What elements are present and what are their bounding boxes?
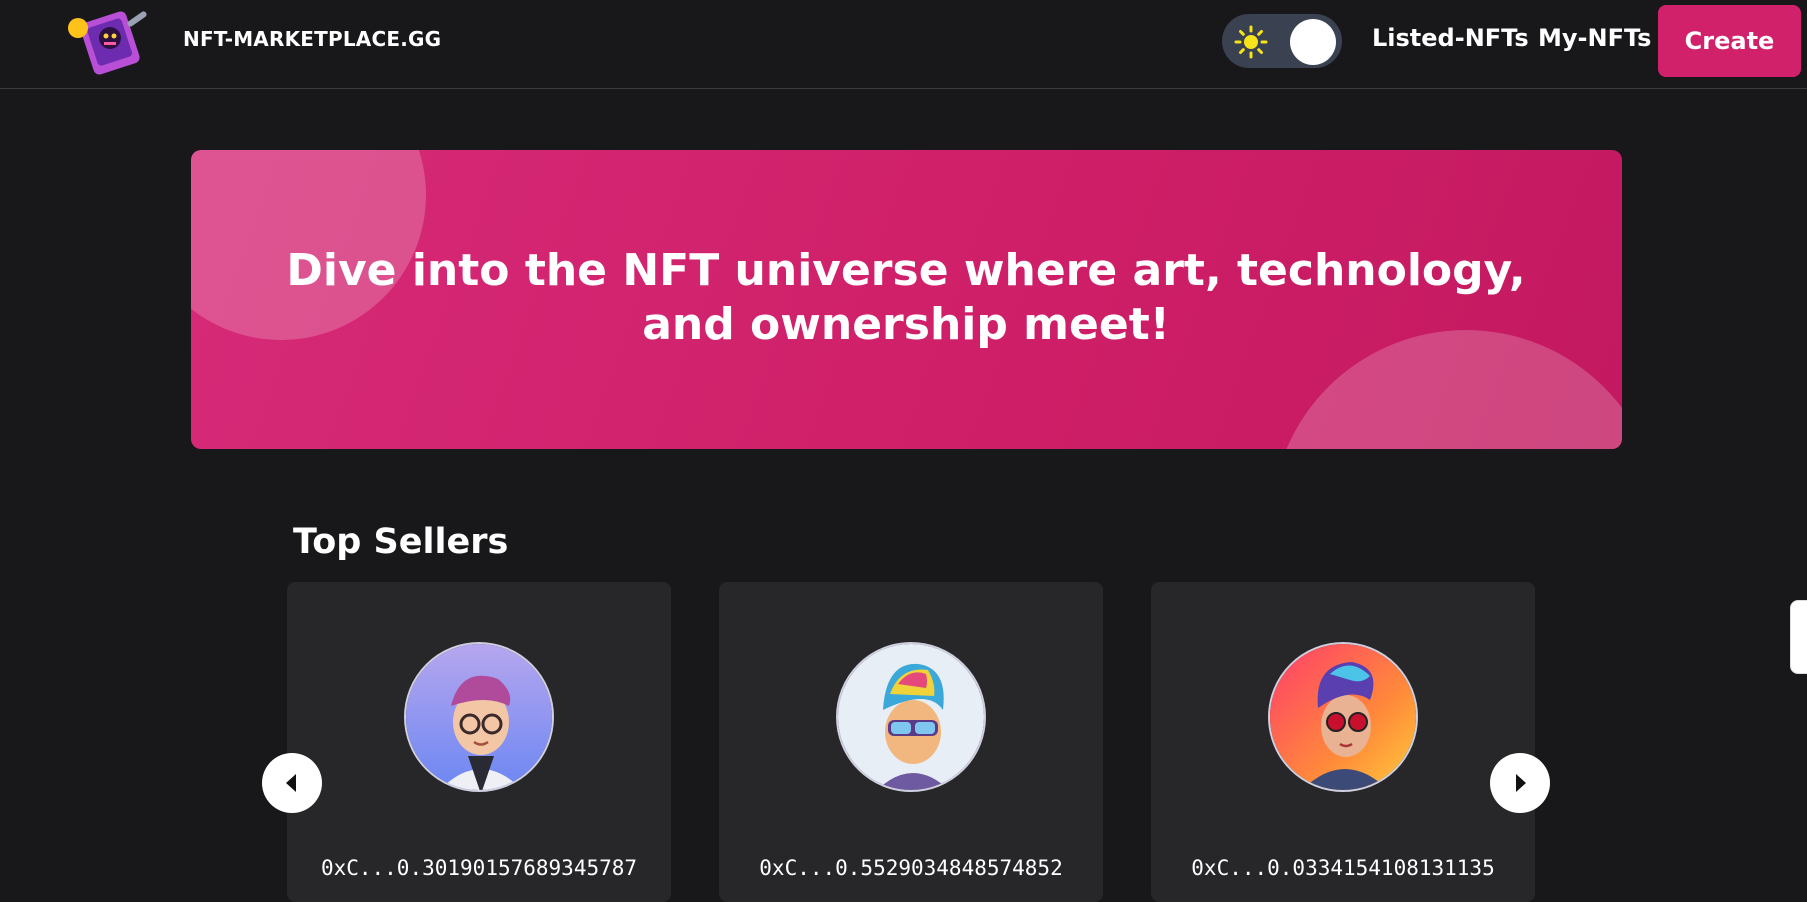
hero-headline: Dive into the NFT universe where art, te… <box>286 245 1526 350</box>
logo-icon[interactable] <box>64 6 154 76</box>
carousel-prev-button[interactable] <box>262 753 322 813</box>
nav-listed-nfts[interactable]: Listed-NFTs <box>1372 24 1529 52</box>
seller-card[interactable]: 0xC...0.0334154108131135 <box>1151 582 1535 902</box>
seller-avatar[interactable] <box>1268 642 1418 792</box>
top-navbar: NFT-MARKETPLACE.GG Listed-NFTs My-NFTs C… <box>0 0 1807 89</box>
side-panel-tab[interactable] <box>1790 600 1807 674</box>
hero-banner: Dive into the NFT universe where art, te… <box>191 150 1622 449</box>
create-button[interactable]: Create <box>1658 5 1801 77</box>
sun-icon <box>1234 25 1268 59</box>
seller-avatar[interactable] <box>836 642 986 792</box>
chevron-left-icon <box>286 774 296 792</box>
toggle-knob[interactable] <box>1290 19 1336 65</box>
seller-card[interactable]: 0xC...0.5529034848574852 <box>719 582 1103 902</box>
seller-card[interactable]: 0xC...0.30190157689345787 <box>287 582 671 902</box>
seller-address: 0xC...0.0334154108131135 <box>1191 856 1495 880</box>
top-sellers-title: Top Sellers <box>293 522 509 562</box>
seller-address: 0xC...0.30190157689345787 <box>320 856 638 880</box>
chevron-right-icon <box>1516 774 1526 792</box>
seller-avatar[interactable] <box>404 642 554 792</box>
carousel-next-button[interactable] <box>1490 753 1550 813</box>
nav-my-nfts[interactable]: My-NFTs <box>1538 24 1651 52</box>
theme-toggle[interactable] <box>1222 14 1342 68</box>
seller-address: 0xC...0.5529034848574852 <box>759 856 1063 880</box>
brand-name[interactable]: NFT-MARKETPLACE.GG <box>183 27 441 51</box>
